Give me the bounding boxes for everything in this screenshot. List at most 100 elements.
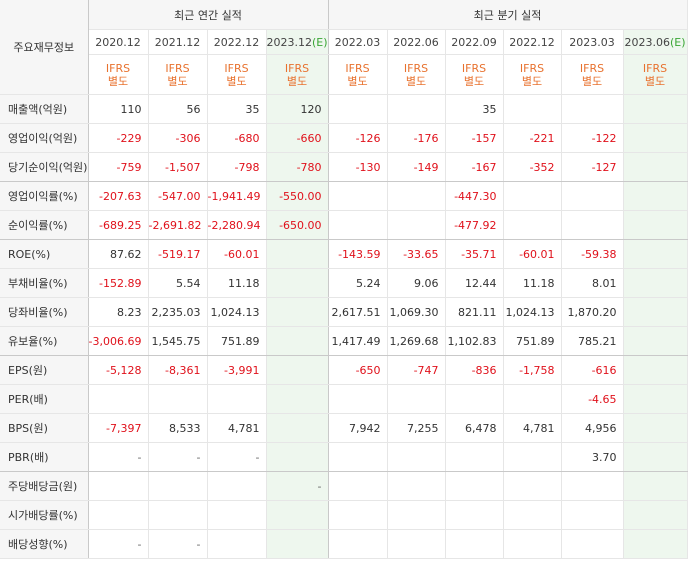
- table-cell: [503, 500, 562, 530]
- table-cell: 56: [148, 94, 208, 124]
- table-cell: -2,691.82: [148, 210, 208, 240]
- table-cell: -759: [88, 152, 149, 182]
- estimate-marker: (E): [670, 35, 686, 49]
- period-date-3: 2023.12(E): [266, 29, 329, 55]
- table-cell: 1,269.68: [387, 326, 446, 356]
- table-cell: [561, 210, 624, 240]
- table-cell: [623, 268, 688, 298]
- table-cell: [387, 181, 446, 211]
- table-cell: [266, 268, 329, 298]
- table-cell: 1,102.83: [445, 326, 504, 356]
- table-cell: 120: [266, 94, 329, 124]
- table-cell: 4,781: [503, 413, 562, 443]
- table-cell: -143.59: [328, 239, 388, 269]
- table-row: 당기순이익(억원) -759 -1,507 -798 -780 -130 -149 -167-…: [0, 152, 688, 182]
- standard-separate: 별도: [463, 74, 485, 88]
- table-cell: -152.89: [88, 268, 149, 298]
- table-cell: -680: [207, 123, 267, 153]
- table-cell: -207.63: [88, 181, 149, 211]
- table-cell: 8.23: [88, 297, 149, 327]
- table-row: BPS(원) -7,397 8,533 4,781 7,942 7,255 6,478 4,7…: [0, 413, 688, 443]
- table-cell: -5,128: [88, 355, 149, 385]
- table-cell: 7,255: [387, 413, 446, 443]
- standard-separate: 별도: [521, 74, 543, 88]
- table-cell: [623, 94, 688, 124]
- table-cell: -306: [148, 123, 208, 153]
- table-cell: [387, 471, 446, 501]
- table-cell: -157: [445, 123, 504, 153]
- table-cell: 6,478: [445, 413, 504, 443]
- table-row: 당좌비율(%) 8.23 2,235.03 1,024.13 2,617.51 1,069…: [0, 297, 688, 327]
- table-cell: 11.18: [503, 268, 562, 298]
- table-cell: [328, 500, 388, 530]
- table-cell: [266, 355, 329, 385]
- table-cell: -519.17: [148, 239, 208, 269]
- table-cell: [623, 413, 688, 443]
- table-cell: 2,617.51: [328, 297, 388, 327]
- row-label: 당좌비율(%): [0, 297, 89, 327]
- table-cell: 7,942: [328, 413, 388, 443]
- table-cell: -8,361: [148, 355, 208, 385]
- row-label: 주당배당금(원): [0, 471, 89, 501]
- table-cell: -660: [266, 123, 329, 153]
- table-cell: -35.71: [445, 239, 504, 269]
- table-cell: 11.18: [207, 268, 267, 298]
- accounting-standard-row: IFRS 별도 IFRS 별도 IFRS 별도 IFRS 별도 IFRS 별도 IFRS 별도 IFRS…: [0, 54, 688, 95]
- table-cell: [266, 442, 329, 472]
- period-date-0: 2020.12: [88, 29, 149, 55]
- table-cell: 8,533: [148, 413, 208, 443]
- table-cell: -798: [207, 152, 267, 182]
- standard-ifrs: IFRS: [642, 61, 668, 75]
- period-standard-0: IFRS 별도: [88, 54, 149, 95]
- table-cell: [503, 210, 562, 240]
- table-cell: [623, 181, 688, 211]
- row-label: 부채비율(%): [0, 268, 89, 298]
- period-date-6: 2022.09: [445, 29, 504, 55]
- row-label: 영업이익률(%): [0, 181, 89, 211]
- table-row: 시가배당률(%): [0, 500, 688, 530]
- row-label: EPS(원): [0, 355, 89, 385]
- table-cell: 5.54: [148, 268, 208, 298]
- row-label: 매출액(억원): [0, 94, 89, 124]
- table-cell: 5.24: [328, 268, 388, 298]
- table-cell: 1,024.13: [503, 297, 562, 327]
- standard-separate: 별도: [226, 74, 247, 88]
- table-cell: [207, 529, 267, 559]
- table-cell: 4,781: [207, 413, 267, 443]
- table-cell: [266, 297, 329, 327]
- row-label: 순이익률(%): [0, 210, 89, 240]
- table-cell: -3,006.69: [88, 326, 149, 356]
- financial-summary-table: 주요재무정보 최근 연간 실적 최근 분기 실적 2020.12 2021.12 2…: [0, 0, 688, 559]
- table-cell: [387, 210, 446, 240]
- table-cell: -229: [88, 123, 149, 153]
- table-cell: -650.00: [266, 210, 329, 240]
- table-cell: [266, 239, 329, 269]
- table-cell: [561, 94, 624, 124]
- table-cell: 3.70: [561, 442, 624, 472]
- table-cell: 1,024.13: [207, 297, 267, 327]
- table-cell: [328, 529, 388, 559]
- table-cell: -: [148, 442, 208, 472]
- table-cell: [88, 384, 149, 414]
- standard-ifrs: IFRS: [461, 61, 487, 75]
- table-cell: [328, 442, 388, 472]
- table-cell: [445, 529, 504, 559]
- standard-separate: 별도: [167, 74, 188, 88]
- table-row: 순이익률(%) -689.25 -2,691.82 -2,280.94 -650.00 -…: [0, 210, 688, 240]
- period-date-5: 2022.06: [387, 29, 446, 55]
- table-cell: -126: [328, 123, 388, 153]
- table-row: 매출액(억원) 110 56 35 120 35: [0, 94, 688, 124]
- table-cell: [623, 239, 688, 269]
- table-cell: -3,991: [207, 355, 267, 385]
- table-cell: 2,235.03: [148, 297, 208, 327]
- period-standard-9: IFRS 별도: [623, 54, 688, 95]
- period-date-9: 2023.06(E): [623, 29, 688, 55]
- table-cell: 4,956: [561, 413, 624, 443]
- row-label: 배당성향(%): [0, 529, 89, 559]
- table-cell: -447.30: [445, 181, 504, 211]
- standard-ifrs: IFRS: [345, 61, 370, 75]
- table-cell: [623, 442, 688, 472]
- quarterly-header: 최근 분기 실적: [328, 0, 688, 30]
- table-cell: [561, 181, 624, 211]
- financial-rows: 매출액(억원) 110 56 35 120 35 영업이익(억원) -229 -306 -680-…: [0, 94, 688, 559]
